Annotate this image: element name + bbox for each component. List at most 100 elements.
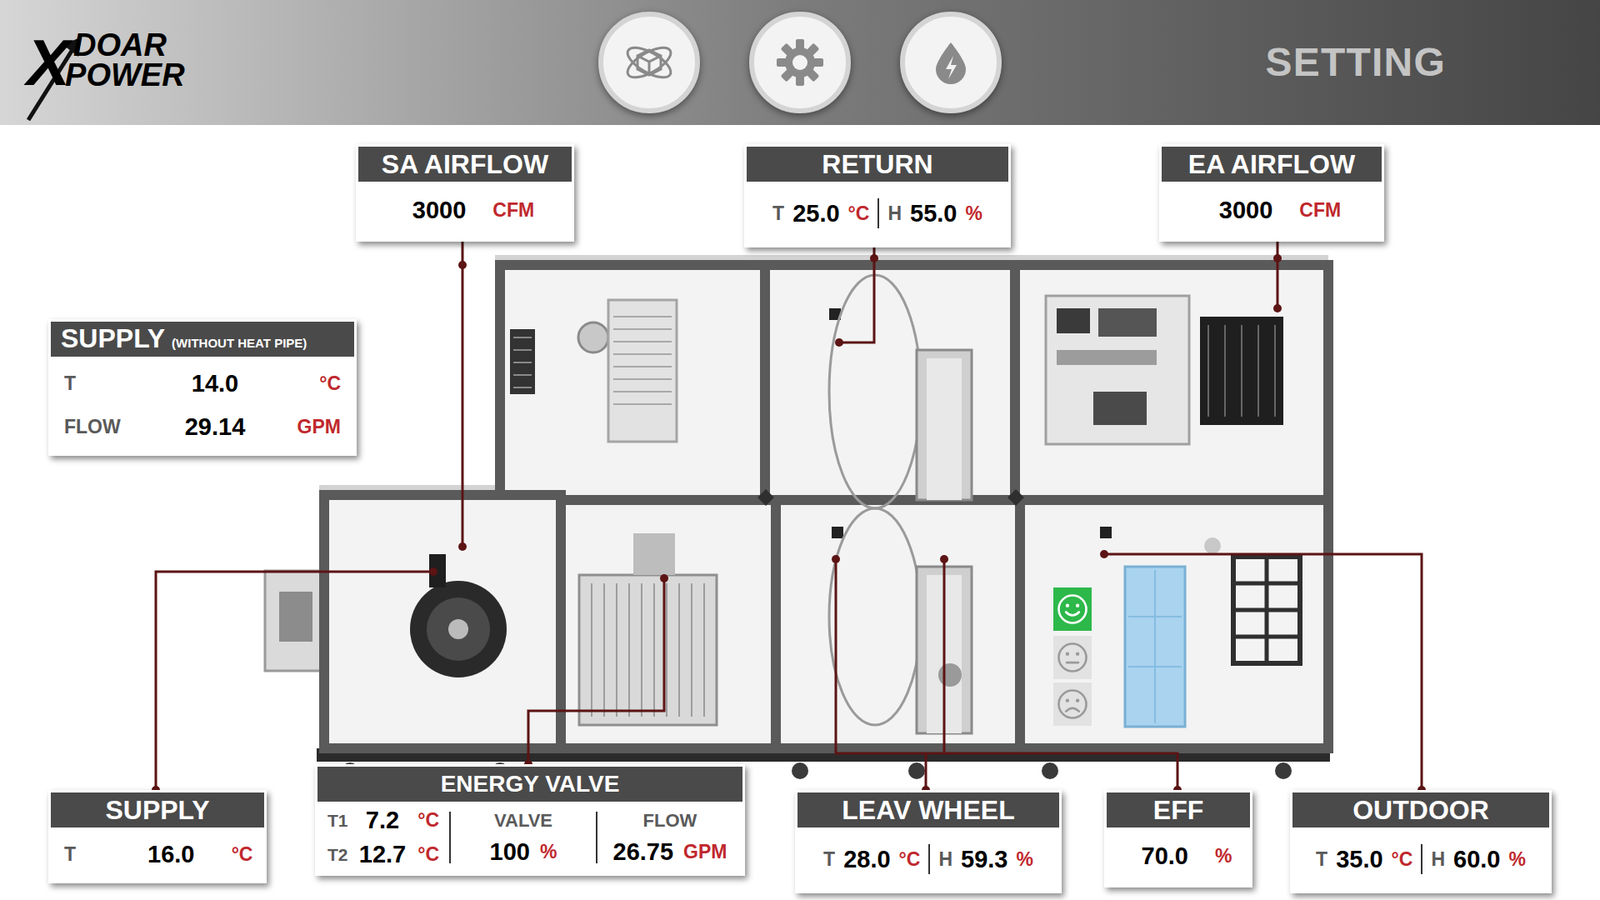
value: 3000 bbox=[1219, 198, 1274, 223]
panel-header: EA AIRFLOW bbox=[1161, 146, 1382, 182]
reading: 26.75 GPM bbox=[613, 840, 728, 865]
unit: % bbox=[1015, 850, 1033, 870]
reading-row: T17.2°C bbox=[327, 808, 440, 833]
reading: H 60.0% bbox=[1422, 847, 1535, 872]
unit: GPM bbox=[683, 842, 727, 862]
panel-header: SUPPLY bbox=[50, 792, 265, 828]
divider bbox=[1420, 844, 1423, 875]
panel-header: OUTDOOR bbox=[1292, 792, 1550, 828]
value: 26.75 bbox=[613, 840, 675, 865]
unit: °C bbox=[899, 850, 921, 870]
panel-body: T35.0°C H 60.0% bbox=[1292, 827, 1550, 891]
label: T bbox=[64, 374, 148, 394]
unit-diagram: SA AIRFLOW3000CFMRETURNT25.0°CH55.0%EA A… bbox=[0, 125, 1600, 900]
value: 70.0 bbox=[1141, 844, 1189, 869]
unit: GPM bbox=[282, 417, 341, 437]
label: FLOW bbox=[643, 811, 698, 830]
flow-column: FLOW 26.75 GPM bbox=[597, 808, 743, 867]
reading-row: T14.0°C bbox=[50, 361, 355, 405]
panel-title: LEAV WHEEL bbox=[841, 796, 1015, 824]
value: 59.3 bbox=[960, 847, 1008, 872]
panel-body: T 28.0 °C H 59.3% bbox=[797, 827, 1060, 891]
panel-body: T17.2°CT212.7°CVALVE100%FLOW26.75GPM bbox=[317, 801, 743, 874]
unit: °C bbox=[1391, 850, 1414, 870]
value: 100 bbox=[490, 840, 530, 865]
label: VALVE bbox=[494, 811, 553, 830]
panel-header: SA AIRFLOW bbox=[358, 146, 572, 182]
logo: X DOAR POWER bbox=[0, 30, 534, 95]
panel-body: 3000 CFM bbox=[358, 181, 572, 240]
label: H bbox=[938, 850, 953, 870]
sensor-panel: ENERGY VALVET17.2°CT212.7°CVALVE100%FLOW… bbox=[315, 764, 745, 876]
label: T bbox=[64, 845, 148, 865]
page-title: SETTING bbox=[1265, 32, 1446, 93]
panel-header: RETURN bbox=[746, 146, 1009, 182]
panel-title: EA AIRFLOW bbox=[1188, 150, 1355, 178]
unit: % bbox=[1215, 846, 1232, 866]
reading-row: T212.7°C bbox=[327, 842, 440, 867]
label: FLOW bbox=[64, 417, 148, 437]
panel-header: ENERGY VALVE bbox=[317, 766, 743, 802]
panel-body: T 25.0 °C H55.0% bbox=[746, 181, 1009, 245]
label: H bbox=[1430, 850, 1445, 870]
sensor-panel: SUPPLY (WITHOUT HEAT PIPE) T14.0°C FLOW29.1… bbox=[48, 319, 357, 456]
unit: °C bbox=[848, 204, 870, 224]
sad-face-icon bbox=[1055, 687, 1090, 721]
cube-icon bbox=[621, 35, 677, 90]
logo-mark: X bbox=[26, 30, 70, 95]
unit: CFM bbox=[492, 200, 535, 220]
divider bbox=[877, 198, 880, 229]
label: T bbox=[823, 850, 835, 870]
panel-header: LEAV WHEEL bbox=[797, 792, 1060, 828]
sensor-panel: EFF 70.0% bbox=[1104, 790, 1253, 888]
reading: H 59.3% bbox=[930, 847, 1042, 872]
top-bar: X DOAR POWER bbox=[0, 0, 1600, 125]
value: 29.14 bbox=[147, 415, 283, 440]
value: 60.0 bbox=[1453, 847, 1500, 872]
panel-body: T14.0°C FLOW29.14GPM bbox=[50, 356, 355, 454]
panel-title: OUTDOOR bbox=[1352, 796, 1490, 824]
sensor-panel: RETURN T 25.0 °C H55.0% bbox=[744, 144, 1011, 248]
settings-button[interactable] bbox=[749, 11, 851, 114]
energy-button[interactable] bbox=[900, 11, 1002, 114]
temperature-column: T17.2°CT212.7°C bbox=[317, 808, 450, 867]
logo-bottom: POWER bbox=[65, 60, 185, 90]
panel-title: SUPPLY bbox=[60, 325, 165, 352]
efficiency-face bbox=[1053, 587, 1092, 631]
value: 3000 bbox=[412, 198, 467, 223]
label: T bbox=[772, 204, 785, 224]
label: T bbox=[1315, 850, 1328, 870]
model-button[interactable] bbox=[598, 11, 700, 114]
unit: °C bbox=[282, 374, 341, 394]
panel-subtitle: (WITHOUT HEAT PIPE) bbox=[171, 336, 307, 350]
reading: T 28.0 °C bbox=[815, 847, 929, 872]
unit: °C bbox=[409, 845, 440, 865]
neutral-face-icon bbox=[1055, 640, 1090, 675]
divider bbox=[449, 811, 451, 864]
sensor-panel: SUPPLY T16.0°C bbox=[48, 790, 267, 884]
value: 16.0 bbox=[147, 842, 195, 867]
unit: % bbox=[540, 842, 557, 862]
panel-body: 3000CFM bbox=[1161, 181, 1382, 240]
label: T1 bbox=[327, 811, 356, 830]
sensor-panel: LEAV WHEEL T 28.0 °C H 59.3% bbox=[795, 790, 1062, 894]
panel-title: SUPPLY bbox=[105, 796, 210, 824]
panel-header: SUPPLY (WITHOUT HEAT PIPE) bbox=[50, 321, 355, 357]
reading: 100% bbox=[490, 840, 558, 865]
panel-body: T16.0°C bbox=[50, 827, 265, 881]
reading: T35.0°C bbox=[1307, 847, 1421, 872]
unit: % bbox=[965, 204, 982, 224]
unit: % bbox=[1508, 850, 1525, 870]
panel-title: RETURN bbox=[821, 150, 933, 178]
value: 25.0 bbox=[792, 201, 840, 226]
panel-title: EFF bbox=[1153, 796, 1204, 824]
sensor-panel: OUTDOOR T35.0°C H 60.0% bbox=[1290, 790, 1552, 894]
value: 12.7 bbox=[355, 842, 410, 867]
reading: H55.0% bbox=[879, 201, 991, 226]
efficiency-face bbox=[1053, 682, 1092, 726]
gear-icon bbox=[773, 35, 827, 90]
reading: T 25.0 °C bbox=[764, 201, 878, 226]
value: 28.0 bbox=[843, 847, 890, 872]
value: 7.2 bbox=[355, 808, 410, 833]
efficiency-face bbox=[1053, 635, 1092, 680]
